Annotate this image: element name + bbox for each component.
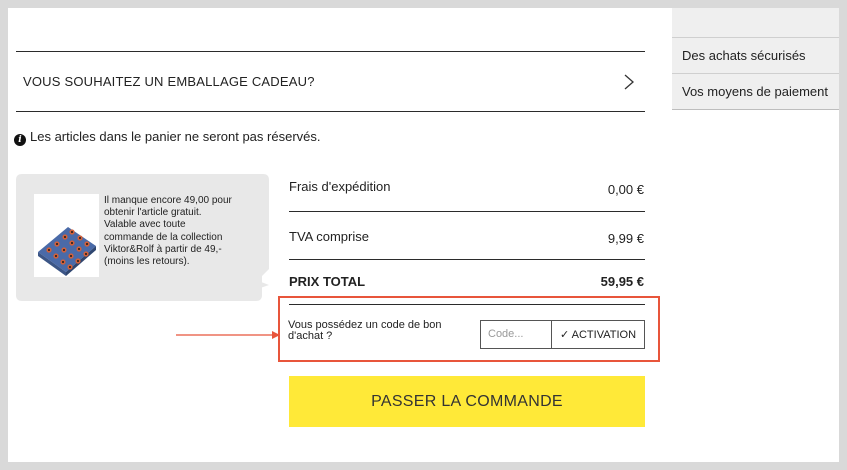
activate-label: ACTIVATION: [571, 329, 637, 341]
divider: [289, 259, 645, 260]
total-value: 59,95 €: [600, 274, 644, 289]
divider: [16, 51, 645, 52]
divider: [16, 111, 645, 112]
checkmark-icon: ✓: [559, 329, 570, 341]
product-image: [34, 194, 99, 277]
cart-notice: i Les articles dans le panier ne seront p…: [14, 129, 321, 146]
shipping-value: 0,00 €: [607, 182, 644, 197]
place-order-button[interactable]: PASSER LA COMMANDE: [289, 376, 645, 427]
activate-voucher-button[interactable]: ✓ ACTIVATION: [551, 320, 645, 349]
vat-value: 9,99 €: [607, 231, 644, 246]
voucher-label: Vous possédez un code de bon d'achat ?: [288, 319, 442, 342]
sidebar-item-top[interactable]: [672, 8, 839, 38]
arrow-right-icon: [176, 331, 280, 339]
promo-text: Il manque encore 49,00 pour obtenir l'ar…: [104, 195, 232, 268]
sidebar-item-secure-purchases[interactable]: Des achats sécurisés: [672, 38, 839, 74]
vat-label: TVA comprise: [289, 229, 369, 244]
chevron-right-icon[interactable]: [620, 71, 638, 93]
cart-page: Des achats sécurisés Vos moyens de paiem…: [8, 8, 839, 462]
shipping-label: Frais d'expédition: [289, 179, 391, 194]
divider: [289, 211, 645, 212]
sidebar-item-payment-methods[interactable]: Vos moyens de paiement: [672, 74, 839, 110]
gift-wrap-label[interactable]: VOUS SOUHAITEZ UN EMBALLAGE CADEAU?: [23, 74, 315, 89]
promo-bubble: Il manque encore 49,00 pour obtenir l'ar…: [16, 174, 269, 301]
voucher-code-input[interactable]: Code...: [480, 320, 552, 349]
info-icon: i: [14, 134, 26, 146]
total-label: PRIX TOTAL: [289, 274, 366, 289]
notice-text: Les articles dans le panier ne seront pa…: [30, 129, 321, 144]
